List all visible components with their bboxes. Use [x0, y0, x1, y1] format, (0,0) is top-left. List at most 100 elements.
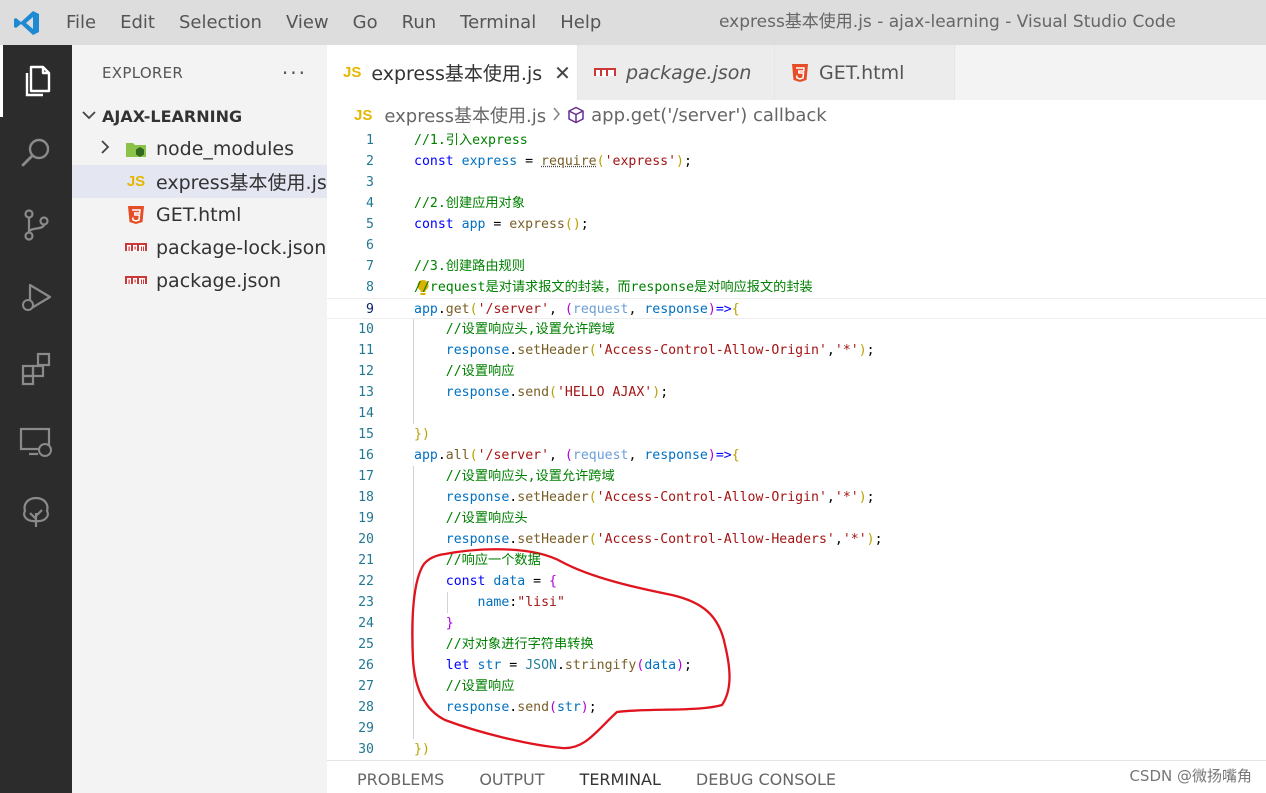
tab-output[interactable]: OUTPUT — [479, 763, 544, 793]
menu-file[interactable]: File — [54, 0, 108, 45]
code-line[interactable]: 4 //2.创建应用对象 — [327, 193, 1266, 214]
search-icon[interactable] — [0, 117, 72, 189]
code-line[interactable]: 5 const app = express(); — [327, 214, 1266, 235]
tree-item-node-modules[interactable]: node_modules — [72, 132, 327, 165]
code-token: ) — [581, 700, 589, 715]
extensions-icon[interactable] — [0, 333, 72, 405]
line-number: 7 — [327, 256, 374, 277]
line-number: 6 — [327, 235, 374, 256]
code-line[interactable]: 15}) — [327, 424, 1266, 445]
code-line[interactable]: 1 //1.引入express — [327, 130, 1266, 151]
code-token: ( — [589, 343, 597, 358]
code-token: . — [557, 658, 565, 673]
tree-item-get-html[interactable]: GET.html — [72, 198, 327, 231]
code-token — [414, 469, 446, 484]
tab-get-html[interactable]: GET.html — [775, 45, 955, 100]
menu-run[interactable]: Run — [390, 0, 449, 45]
code-token: //对对象进行字符串转换 — [446, 637, 594, 652]
menu-terminal[interactable]: Terminal — [448, 0, 548, 45]
run-debug-icon[interactable] — [0, 261, 72, 333]
code-text: const express = require('express'); — [414, 151, 692, 172]
code-line[interactable]: 24 } — [327, 613, 1266, 634]
code-line[interactable]: 9 app.get('/server', (request, response)=… — [327, 298, 1266, 319]
code-line[interactable]: 8 //request是对请求报文的封装，而response是对响应报文的封装 — [327, 277, 1266, 298]
explorer-icon[interactable] — [0, 45, 72, 117]
breadcrumb-symbol[interactable]: app.get('/server') callback — [591, 105, 827, 126]
tree-icon[interactable] — [0, 477, 72, 549]
code-token: = — [501, 658, 525, 673]
tab-express-js[interactable]: JS express基本使用.js ✕ — [327, 45, 578, 100]
code-text: app.all('/server', (request, response)=>… — [414, 445, 740, 466]
code-line[interactable]: 2 const express = require('express'); — [327, 151, 1266, 172]
code-line[interactable]: 17 //设置响应头,设置允许跨域 — [327, 466, 1266, 487]
code-line[interactable]: 7 //3.创建路由规则 — [327, 256, 1266, 277]
code-token: = — [485, 217, 509, 232]
code-token — [414, 637, 446, 652]
menu-selection[interactable]: Selection — [167, 0, 274, 45]
code-token: '*' — [835, 343, 859, 358]
code-token: ( — [565, 302, 573, 317]
tree-item-express-js[interactable]: JS express基本使用.js — [72, 165, 327, 198]
code-text: const data = { — [414, 571, 557, 592]
menu-view[interactable]: View — [274, 0, 341, 45]
menu-help[interactable]: Help — [548, 0, 613, 45]
code-line[interactable]: 16 app.all('/server', (request, response)… — [327, 445, 1266, 466]
code-token: data — [493, 574, 525, 589]
close-icon[interactable]: ✕ — [554, 61, 571, 85]
line-number: 30 — [327, 739, 374, 760]
tab-debug-console[interactable]: DEBUG CONSOLE — [696, 763, 836, 793]
code-text: //对对象进行字符串转换 — [414, 634, 594, 655]
code-line[interactable]: 21 //响应一个数据 — [327, 550, 1266, 571]
menu-go[interactable]: Go — [341, 0, 390, 45]
code-token: ; — [867, 490, 875, 505]
breadcrumb-file[interactable]: express基本使用.js — [384, 102, 546, 128]
source-control-icon[interactable] — [0, 189, 72, 261]
code-line[interactable]: 20 response.setHeader('Access-Control-Al… — [327, 529, 1266, 550]
code-line[interactable]: 13 response.send('HELLO AJAX'); — [327, 382, 1266, 403]
code-line[interactable]: 28 response.send(str); — [327, 697, 1266, 718]
code-line[interactable]: 27 //设置响应 — [327, 676, 1266, 697]
code-token: => — [716, 448, 732, 463]
code-line[interactable]: 11 response.setHeader('Access-Control-Al… — [327, 340, 1266, 361]
line-number: 9 — [327, 299, 374, 320]
code-line[interactable]: 18 response.setHeader('Access-Control-Al… — [327, 487, 1266, 508]
menu-edit[interactable]: Edit — [108, 0, 167, 45]
code-line[interactable]: 22 const data = { — [327, 571, 1266, 592]
workspace-folder[interactable]: AJAX-LEARNING — [72, 100, 327, 132]
line-number: 23 — [327, 592, 374, 613]
code-token: response — [446, 343, 510, 358]
code-token: 'Access-Control-Allow-Headers' — [597, 532, 835, 547]
code-text: //1.引入express — [414, 130, 528, 151]
code-line[interactable]: 14 — [327, 403, 1266, 424]
tab-package-json[interactable]: package.json — [578, 45, 775, 100]
code-line[interactable]: 6 — [327, 235, 1266, 256]
code-line[interactable]: 30}) — [327, 739, 1266, 760]
code-token: ) — [652, 385, 660, 400]
code-line[interactable]: 12 //设置响应 — [327, 361, 1266, 382]
menu-bar: File Edit Selection View Go Run Terminal… — [54, 0, 613, 45]
code-line[interactable]: 19 //设置响应头 — [327, 508, 1266, 529]
code-line[interactable]: 25 //对对象进行字符串转换 — [327, 634, 1266, 655]
chevron-right-icon — [552, 105, 561, 126]
code-text: //设置响应头 — [414, 508, 528, 529]
code-line[interactable]: 10 //设置响应头,设置允许跨域 — [327, 319, 1266, 340]
code-token: response — [446, 700, 510, 715]
code-line[interactable]: 26 let str = JSON.stringify(data); — [327, 655, 1266, 676]
tab-problems[interactable]: PROBLEMS — [357, 763, 444, 793]
tab-terminal[interactable]: TERMINAL — [580, 763, 661, 793]
remote-explorer-icon[interactable] — [0, 405, 72, 477]
line-number: 8 — [327, 277, 374, 298]
tree-item-package-json[interactable]: package.json — [72, 264, 327, 297]
code-token: => — [716, 302, 732, 317]
code-token: send — [517, 700, 549, 715]
code-token: ( — [589, 490, 597, 505]
tree-item-package-lock-json[interactable]: package-lock.json — [72, 231, 327, 264]
code-token: //设置响应头,设置允许跨域 — [446, 322, 615, 337]
code-editor[interactable]: 1//1.引入express 2 const express = require('… — [327, 130, 1266, 760]
more-actions-icon[interactable]: ··· — [282, 61, 307, 85]
activity-bar — [0, 45, 72, 793]
code-line[interactable]: 23 name:"lisi" — [327, 592, 1266, 613]
watermark: CSDN @微扬嘴角 — [1129, 765, 1252, 786]
code-line[interactable]: 29 — [327, 718, 1266, 739]
code-line[interactable]: 3 — [327, 172, 1266, 193]
